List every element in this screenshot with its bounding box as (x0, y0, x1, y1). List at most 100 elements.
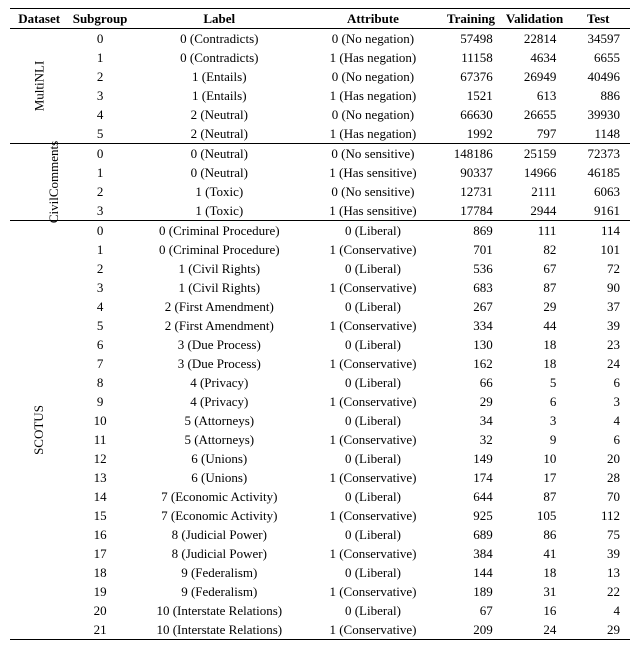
cell-label: 0 (Contradicts) (132, 29, 307, 49)
cell-subgroup: 16 (68, 525, 132, 544)
cell-validation: 87 (503, 278, 567, 297)
cell-label: 3 (Due Process) (132, 335, 307, 354)
cell-label: 0 (Neutral) (132, 163, 307, 182)
cell-test: 3 (566, 392, 630, 411)
cell-training: 384 (439, 544, 503, 563)
table-row: 31 (Toxic)1 (Has sensitive)1778429449161 (10, 201, 630, 221)
table-row: 10 (Neutral)1 (Has sensitive)90337149664… (10, 163, 630, 182)
dataset-label: CivilComments (46, 141, 62, 223)
cell-attribute: 1 (Conservative) (307, 430, 439, 449)
table-row: 31 (Civil Rights)1 (Conservative)6838790 (10, 278, 630, 297)
cell-test: 114 (566, 221, 630, 241)
col-subgroup: Subgroup (68, 9, 132, 29)
cell-attribute: 0 (Liberal) (307, 525, 439, 544)
header-row: Dataset Subgroup Label Attribute Trainin… (10, 9, 630, 29)
cell-subgroup: 13 (68, 468, 132, 487)
cell-label: 0 (Contradicts) (132, 48, 307, 67)
cell-test: 75 (566, 525, 630, 544)
cell-test: 1148 (566, 124, 630, 144)
cell-validation: 797 (503, 124, 567, 144)
table-row: 189 (Federalism)0 (Liberal)1441813 (10, 563, 630, 582)
cell-training: 29 (439, 392, 503, 411)
table-row: 73 (Due Process)1 (Conservative)1621824 (10, 354, 630, 373)
table-row: 52 (Neutral)1 (Has negation)19927971148 (10, 124, 630, 144)
cell-test: 101 (566, 240, 630, 259)
table-row: 21 (Civil Rights)0 (Liberal)5366772 (10, 259, 630, 278)
cell-subgroup: 3 (68, 86, 132, 105)
cell-test: 70 (566, 487, 630, 506)
cell-test: 6 (566, 430, 630, 449)
cell-subgroup: 1 (68, 163, 132, 182)
cell-label: 9 (Federalism) (132, 582, 307, 601)
cell-attribute: 1 (Conservative) (307, 278, 439, 297)
table-row: 31 (Entails)1 (Has negation)1521613886 (10, 86, 630, 105)
cell-subgroup: 9 (68, 392, 132, 411)
table-row: 21 (Toxic)0 (No sensitive)1273121116063 (10, 182, 630, 201)
cell-test: 39 (566, 544, 630, 563)
cell-subgroup: 3 (68, 201, 132, 221)
table-row: 52 (First Amendment)1 (Conservative)3344… (10, 316, 630, 335)
cell-test: 22 (566, 582, 630, 601)
table-row: 84 (Privacy)0 (Liberal)6656 (10, 373, 630, 392)
data-table: Dataset Subgroup Label Attribute Trainin… (10, 8, 630, 640)
table-row: 42 (Neutral)0 (No negation)6663026655399… (10, 105, 630, 124)
table-row: 94 (Privacy)1 (Conservative)2963 (10, 392, 630, 411)
dataset-label: SCOTUS (31, 405, 47, 455)
cell-test: 39930 (566, 105, 630, 124)
table-row: 115 (Attorneys)1 (Conservative)3296 (10, 430, 630, 449)
cell-training: 536 (439, 259, 503, 278)
cell-test: 39 (566, 316, 630, 335)
cell-training: 66630 (439, 105, 503, 124)
cell-attribute: 1 (Has negation) (307, 48, 439, 67)
cell-training: 701 (439, 240, 503, 259)
cell-validation: 86 (503, 525, 567, 544)
cell-attribute: 1 (Has negation) (307, 124, 439, 144)
cell-training: 334 (439, 316, 503, 335)
cell-validation: 9 (503, 430, 567, 449)
table-row: 105 (Attorneys)0 (Liberal)3434 (10, 411, 630, 430)
cell-test: 9161 (566, 201, 630, 221)
cell-attribute: 1 (Conservative) (307, 620, 439, 640)
cell-subgroup: 4 (68, 297, 132, 316)
cell-test: 6655 (566, 48, 630, 67)
col-test: Test (566, 9, 630, 29)
cell-attribute: 0 (Liberal) (307, 487, 439, 506)
cell-attribute: 0 (Liberal) (307, 373, 439, 392)
cell-attribute: 0 (Liberal) (307, 449, 439, 468)
cell-subgroup: 20 (68, 601, 132, 620)
cell-attribute: 1 (Conservative) (307, 506, 439, 525)
cell-label: 4 (Privacy) (132, 392, 307, 411)
table-row: SCOTUS00 (Criminal Procedure)0 (Liberal)… (10, 221, 630, 241)
cell-label: 1 (Entails) (132, 86, 307, 105)
cell-attribute: 1 (Conservative) (307, 392, 439, 411)
cell-training: 925 (439, 506, 503, 525)
cell-attribute: 1 (Has negation) (307, 86, 439, 105)
table-row: 178 (Judicial Power)1 (Conservative)3844… (10, 544, 630, 563)
cell-validation: 3 (503, 411, 567, 430)
cell-label: 5 (Attorneys) (132, 411, 307, 430)
cell-attribute: 0 (No sensitive) (307, 144, 439, 164)
cell-validation: 2944 (503, 201, 567, 221)
cell-label: 4 (Privacy) (132, 373, 307, 392)
cell-attribute: 0 (No negation) (307, 29, 439, 49)
cell-validation: 4634 (503, 48, 567, 67)
cell-subgroup: 2 (68, 67, 132, 86)
dataset-cell: CivilComments (10, 144, 68, 221)
cell-label: 2 (First Amendment) (132, 316, 307, 335)
cell-training: 209 (439, 620, 503, 640)
cell-subgroup: 6 (68, 335, 132, 354)
cell-subgroup: 0 (68, 144, 132, 164)
cell-validation: 18 (503, 354, 567, 373)
col-attribute: Attribute (307, 9, 439, 29)
table-row: 126 (Unions)0 (Liberal)1491020 (10, 449, 630, 468)
cell-validation: 24 (503, 620, 567, 640)
cell-attribute: 0 (Liberal) (307, 221, 439, 241)
cell-subgroup: 11 (68, 430, 132, 449)
cell-training: 1992 (439, 124, 503, 144)
cell-test: 28 (566, 468, 630, 487)
cell-attribute: 1 (Conservative) (307, 544, 439, 563)
cell-test: 46185 (566, 163, 630, 182)
dataset-cell: MultiNLI (10, 29, 68, 144)
cell-label: 0 (Neutral) (132, 144, 307, 164)
cell-label: 10 (Interstate Relations) (132, 601, 307, 620)
